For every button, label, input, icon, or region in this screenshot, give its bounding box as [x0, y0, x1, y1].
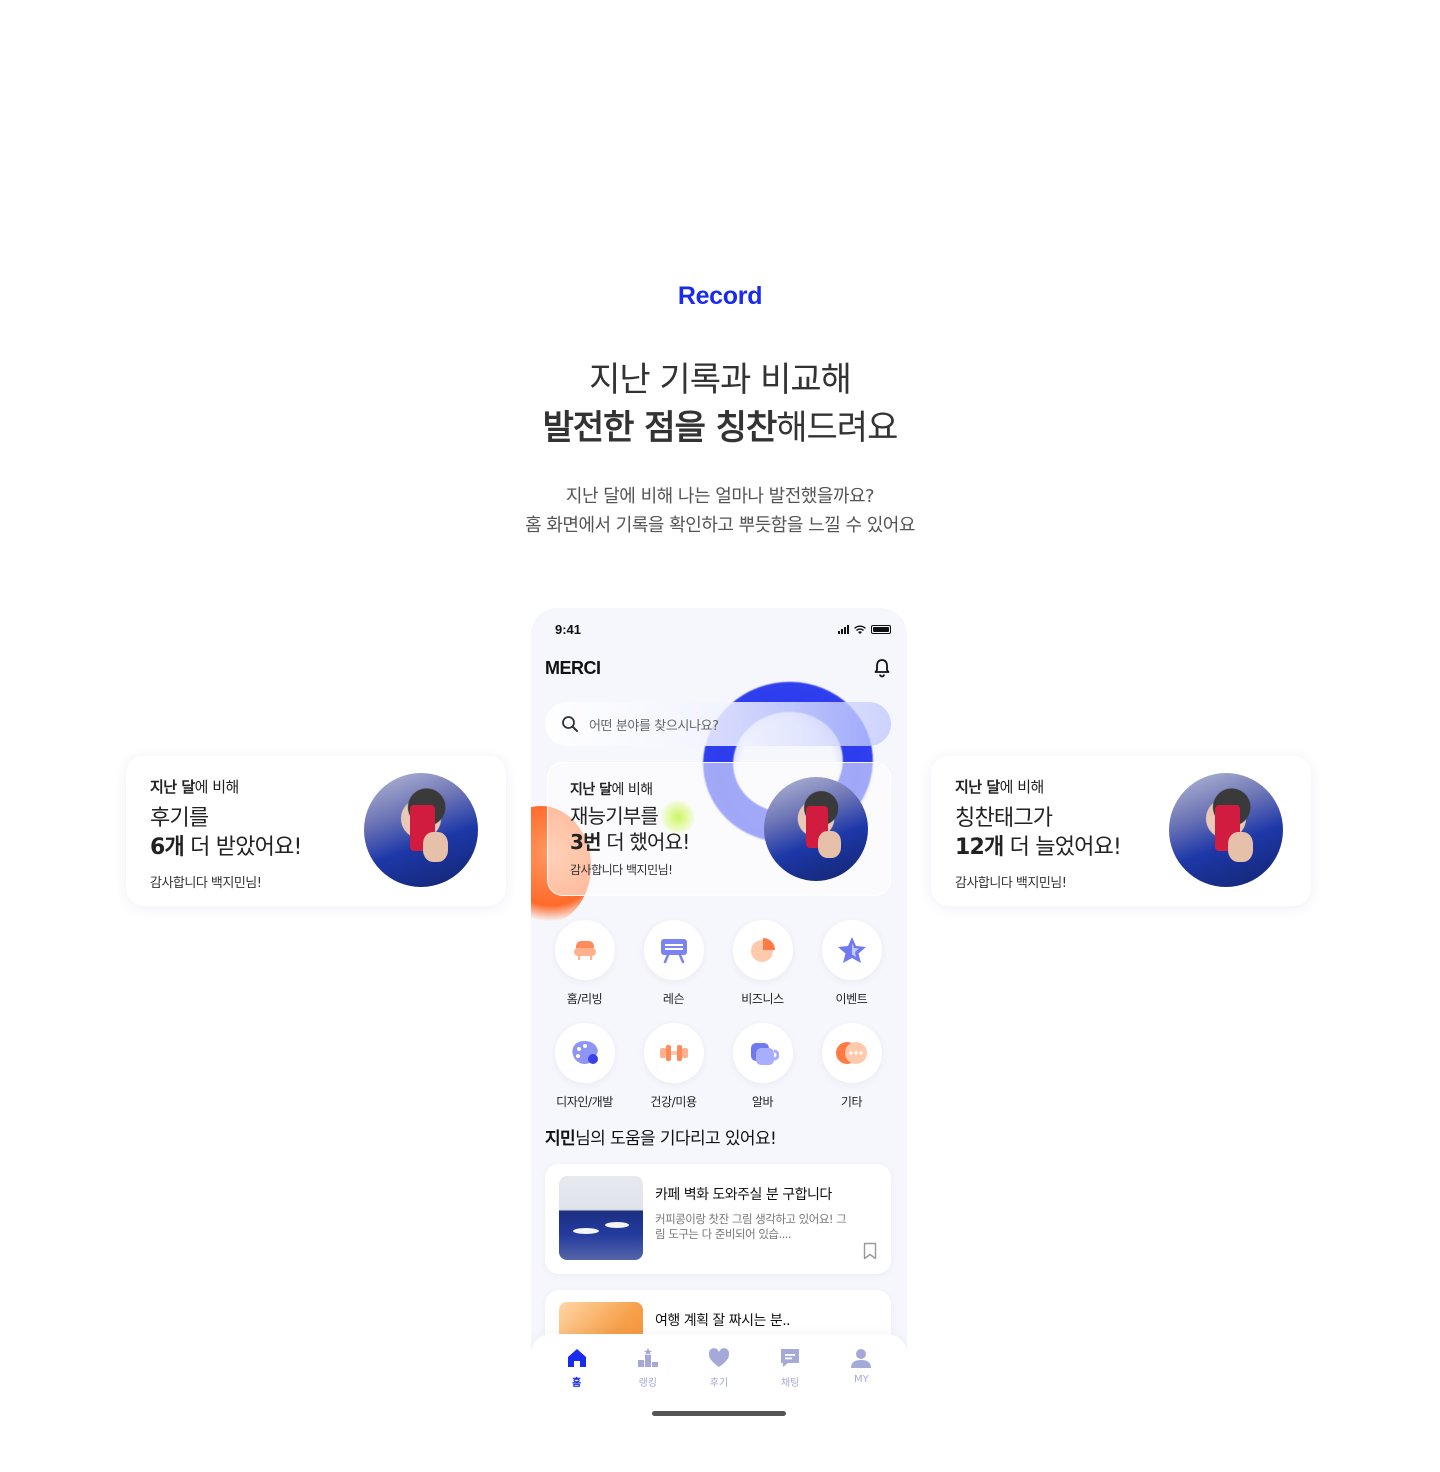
post-thumbnail	[559, 1176, 643, 1260]
tab-label: 홈	[571, 1378, 582, 1389]
avatar	[364, 773, 478, 887]
card-count: 6개	[150, 835, 185, 860]
help-title-rest: 님의 도움을 기다리고 있어요!	[575, 1129, 777, 1149]
app-header: MERCI	[545, 656, 891, 680]
category-label: 이벤트	[835, 992, 868, 1006]
record-card-praise-tags: 지난 달에 비해 칭찬태그가 12개 더 늘었어요! 감사합니다 백지민님!	[931, 756, 1311, 906]
dumbbell-icon	[643, 1023, 704, 1083]
palette-icon	[554, 1023, 615, 1083]
kicker-rest: 에 비해	[611, 782, 654, 798]
category-label: 디자인/개발	[556, 1095, 613, 1109]
kicker-rest: 에 비해	[999, 778, 1045, 796]
tab-profile[interactable]: MY	[831, 1346, 891, 1389]
search-input[interactable]: 어떤 분야를 찾으시나요?	[589, 715, 719, 734]
category-label: 홈/리빙	[566, 992, 603, 1006]
section-headline: 지난 기록과 비교해 발전한 점을 칭찬해드려요	[0, 358, 1440, 454]
cup-icon	[732, 1023, 793, 1083]
post-body: 커피콩이랑 찻잔 그림 생각하고 있어요! 그림 도구는 다 준비되어 있습..…	[655, 1212, 847, 1241]
headline-line1: 지난 기록과 비교해	[589, 360, 852, 400]
section-tag: Record	[677, 282, 763, 310]
card-line2-rest: 더 늘었어요!	[1003, 835, 1122, 860]
category-item[interactable]: 이벤트	[807, 920, 896, 1007]
category-label: 비즈니스	[741, 992, 784, 1006]
tab-label: 채팅	[780, 1378, 800, 1389]
desc-line2: 홈 화면에서 기록을 확인하고 뿌듯함을 느낄 수 있어요	[525, 515, 915, 536]
headline-rest: 해드려요	[776, 408, 898, 448]
category-item[interactable]: 홈/리빙	[540, 920, 629, 1007]
status-time: 9:41	[555, 621, 582, 637]
desc-line1: 지난 달에 비해 나는 얼마나 발전했을까요?	[565, 486, 875, 507]
headline-line2: 발전한 점을 칭찬해드려요	[0, 402, 1440, 454]
post-title: 카페 벽화 도와주실 분 구합니다	[655, 1187, 832, 1203]
board-icon	[643, 920, 704, 980]
kicker-bold: 지난 달	[150, 778, 195, 796]
home-indicator	[652, 1411, 786, 1416]
category-label: 레슨	[662, 992, 685, 1006]
bookmark-icon[interactable]	[863, 1242, 877, 1260]
section-description: 지난 달에 비해 나는 얼마나 발전했을까요? 홈 화면에서 기록을 확인하고 …	[0, 482, 1440, 540]
signal-icon	[838, 624, 849, 634]
category-item[interactable]: 디자인/개발	[540, 1023, 629, 1110]
avatar	[764, 777, 868, 881]
profile-icon	[849, 1346, 873, 1370]
tab-label: MY	[853, 1374, 869, 1385]
kicker-bold: 지난 달	[570, 782, 612, 798]
category-item[interactable]: 알바	[718, 1023, 807, 1110]
post-title: 여행 계획 잘 짜시는 분..	[655, 1313, 791, 1329]
headline-bold: 발전한 점을 칭찬	[542, 408, 778, 448]
category-item[interactable]: 건강/미용	[629, 1023, 718, 1110]
record-card-talent-donation[interactable]: 지난 달에 비해 재능기부를 3번 더 했어요! 감사합니다 백지민님!	[547, 762, 891, 896]
search-bar[interactable]: 어떤 분야를 찾으시나요?	[545, 702, 891, 746]
tab-bar: 홈 랭킹 후기 채팅 MY	[531, 1334, 907, 1438]
chat-icon	[778, 1346, 802, 1370]
category-label: 기타	[840, 1095, 863, 1109]
status-icons	[838, 624, 891, 634]
tab-ranking[interactable]: 랭킹	[618, 1346, 678, 1389]
record-card-reviews: 지난 달에 비해 후기를 6개 더 받았어요! 감사합니다 백지민님!	[126, 756, 506, 906]
bell-icon[interactable]	[873, 658, 891, 678]
kicker-rest: 에 비해	[194, 778, 240, 796]
help-title-name: 지민	[545, 1129, 576, 1149]
wifi-icon	[854, 624, 866, 634]
card-count: 12개	[955, 835, 1004, 860]
decorative-green-glow	[661, 800, 695, 834]
category-item[interactable]: 비즈니스	[718, 920, 807, 1007]
category-item[interactable]: 기타	[807, 1023, 896, 1110]
category-label: 알바	[751, 1095, 774, 1109]
card-line2-rest: 더 받았어요!	[183, 835, 302, 860]
tab-heart[interactable]: 후기	[689, 1346, 749, 1389]
category-item[interactable]: 레슨	[629, 920, 718, 1007]
tab-chat[interactable]: 채팅	[760, 1346, 820, 1389]
tab-home[interactable]: 홈	[547, 1346, 607, 1389]
phone-mockup: 9:41 MERCI 어떤 분야를 찾으시나요? 지난 달에 비해 재능기부를 …	[531, 608, 907, 1438]
ranking-icon	[636, 1346, 660, 1370]
star-icon	[821, 920, 882, 980]
tab-label: 후기	[709, 1378, 729, 1389]
tab-label: 랭킹	[638, 1378, 657, 1389]
more-icon	[821, 1023, 882, 1083]
battery-icon	[871, 624, 891, 634]
avatar	[1169, 773, 1283, 887]
category-label: 건강/미용	[650, 1095, 697, 1109]
help-section-title: 지민님의 도움을 기다리고 있어요!	[545, 1124, 777, 1149]
status-bar: 9:41	[555, 620, 891, 638]
card-count: 3번	[570, 830, 602, 854]
post-card[interactable]: 카페 벽화 도와주실 분 구합니다 커피콩이랑 찻잔 그림 생각하고 있어요! …	[545, 1164, 891, 1274]
pie-chart-icon	[732, 920, 793, 980]
category-grid: 홈/리빙 레슨 비즈니스 이벤트디자인/개발 건강/미용 알바 기타	[531, 920, 907, 1110]
kicker-bold: 지난 달	[955, 778, 1000, 796]
home-icon	[565, 1346, 589, 1370]
heart-icon	[707, 1346, 731, 1370]
sofa-icon	[554, 920, 615, 980]
search-icon	[562, 716, 578, 732]
app-logo[interactable]: MERCI	[545, 658, 601, 679]
